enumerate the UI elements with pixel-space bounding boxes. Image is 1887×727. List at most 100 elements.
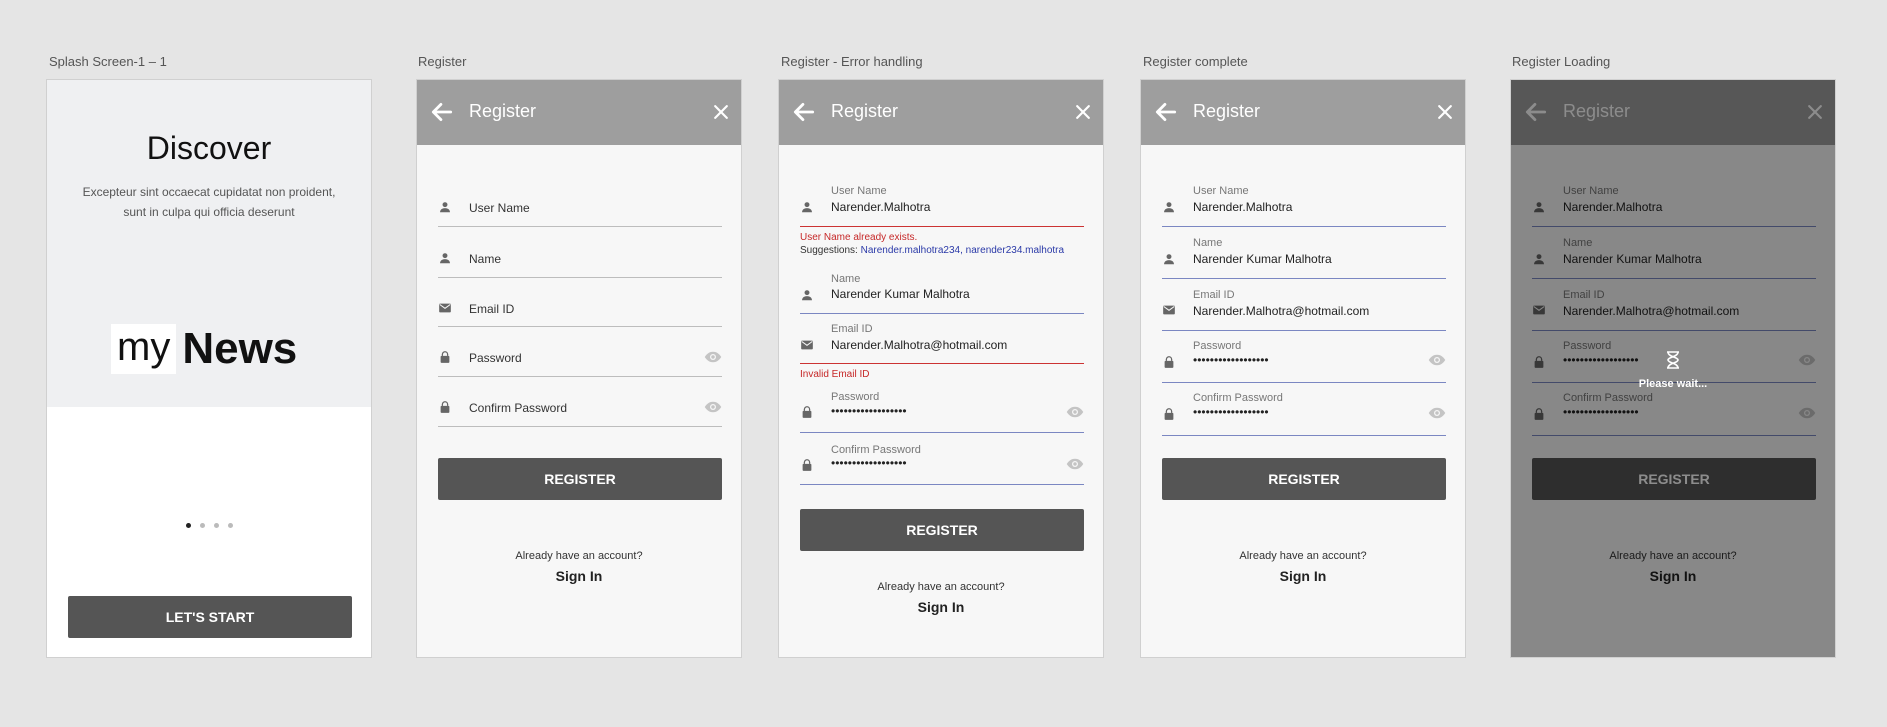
underline: [438, 326, 722, 327]
underline: [1162, 278, 1446, 279]
name-value: Narender Kumar Malhotra: [831, 287, 970, 301]
artboard-label-error: Register - Error handling: [781, 54, 923, 69]
underline: [1162, 330, 1446, 331]
confirm-password-input[interactable]: Confirm Password ••••••••••••••••••: [1162, 391, 1446, 436]
splash-description: Excepteur sint occaecat cupidatat non pr…: [47, 182, 371, 222]
lock-icon: [800, 458, 814, 472]
person-icon: [1162, 200, 1176, 214]
confirm-password-value: ••••••••••••••••••: [831, 456, 907, 470]
register-button[interactable]: REGISTER: [1162, 458, 1446, 500]
lock-icon: [438, 350, 452, 364]
password-placeholder: Password: [469, 351, 522, 365]
confirm-password-label: Confirm Password: [831, 444, 921, 456]
page-dot[interactable]: [199, 523, 205, 528]
sign-in-link[interactable]: Sign In: [417, 568, 741, 584]
loading-indicator: Please wait...: [1511, 351, 1835, 390]
person-icon: [438, 200, 452, 214]
back-arrow-icon[interactable]: [1153, 99, 1179, 125]
page-dot[interactable]: [185, 523, 191, 528]
eye-icon[interactable]: [704, 351, 722, 363]
eye-icon[interactable]: [1066, 406, 1084, 418]
confirm-password-input[interactable]: Confirm Password: [438, 392, 722, 432]
underline: [1162, 226, 1446, 227]
eye-icon[interactable]: [1428, 354, 1446, 366]
email-label: Email ID: [831, 323, 873, 335]
artboard-label-register: Register: [418, 54, 467, 69]
email-input[interactable]: Email ID: [438, 293, 722, 333]
eye-icon[interactable]: [704, 401, 722, 413]
email-value: Narender.Malhotra@hotmail.com: [1193, 304, 1370, 318]
email-input[interactable]: Email ID Narender.Malhotra@hotmail.com: [1162, 288, 1446, 332]
underline: [438, 277, 722, 278]
name-placeholder: Name: [469, 252, 502, 266]
underline: [800, 432, 1084, 433]
sign-in-link[interactable]: Sign In: [1141, 568, 1465, 584]
app-bar: Register: [779, 80, 1103, 145]
name-input[interactable]: Name: [438, 243, 722, 283]
suggestions-links[interactable]: Narender.malhotra234, narender234.malhot…: [861, 245, 1064, 256]
underline: [438, 376, 722, 377]
eye-icon[interactable]: [1066, 458, 1084, 470]
underline: [1162, 435, 1446, 436]
logo-news: News: [182, 324, 298, 373]
email-label: Email ID: [1193, 289, 1235, 301]
password-input[interactable]: Password ••••••••••••••••••: [1162, 339, 1446, 383]
underline: [438, 226, 722, 227]
back-arrow-icon[interactable]: [429, 99, 455, 125]
page-indicator: [47, 523, 371, 528]
register-button[interactable]: REGISTER: [438, 458, 722, 500]
already-have-account: Already have an account?: [515, 550, 643, 562]
email-placeholder: Email ID: [469, 302, 515, 316]
underline: [800, 313, 1084, 314]
artboard-label-complete: Register complete: [1143, 54, 1248, 69]
app-bar: Register: [1141, 80, 1465, 145]
username-error: User Name already exists.: [800, 232, 918, 243]
app-bar-title: Register: [831, 101, 899, 121]
username-label: User Name: [831, 185, 887, 197]
register-button[interactable]: REGISTER: [800, 509, 1084, 551]
lock-icon: [1162, 407, 1176, 421]
page-dot[interactable]: [227, 523, 233, 528]
email-input[interactable]: Email ID Narender.Malhotra@hotmail.com: [800, 323, 1084, 367]
username-label: User Name: [1193, 185, 1249, 197]
password-label: Password: [831, 391, 880, 403]
close-icon[interactable]: [1073, 102, 1093, 122]
name-label: Name: [1193, 237, 1223, 249]
person-icon: [800, 200, 814, 214]
password-input[interactable]: Password ••••••••••••••••••: [800, 391, 1084, 435]
back-arrow-icon[interactable]: [791, 99, 817, 125]
splash-desc-line1: Excepteur sint occaecat cupidatat non pr…: [82, 185, 336, 199]
page-dot[interactable]: [213, 523, 219, 528]
username-input[interactable]: User Name Narender.Malhotra: [1162, 184, 1446, 228]
splash-screen: Discover Excepteur sint occaecat cupidat…: [46, 79, 372, 658]
already-have-account: Already have an account?: [877, 581, 1005, 593]
close-icon[interactable]: [711, 102, 731, 122]
register-error-screen: Register User Name Narender.Malhotra Use…: [778, 79, 1104, 658]
name-value: Narender Kumar Malhotra: [1193, 252, 1332, 266]
splash-desc-line2: sunt in culpa qui officia deserunt: [123, 205, 295, 219]
eye-icon[interactable]: [1428, 407, 1446, 419]
username-input[interactable]: User Name Narender.Malhotra: [800, 184, 1084, 228]
password-input[interactable]: Password: [438, 342, 722, 382]
username-suggestions: Suggestions: Narender.malhotra234, naren…: [800, 245, 1064, 256]
lock-icon: [1162, 355, 1176, 369]
sign-in-link[interactable]: Sign In: [779, 599, 1103, 615]
logo-my: my: [111, 324, 177, 374]
mail-icon: [800, 338, 814, 352]
underline: [800, 484, 1084, 485]
lock-icon: [800, 405, 814, 419]
mynews-logo: my News: [111, 324, 297, 374]
password-value: ••••••••••••••••••: [1193, 353, 1269, 367]
username-value: Narender.Malhotra: [1193, 200, 1293, 214]
username-input[interactable]: User Name: [438, 192, 722, 232]
name-input[interactable]: Name Narender Kumar Malhotra: [800, 272, 1084, 316]
close-icon[interactable]: [1435, 102, 1455, 122]
lock-icon: [438, 400, 452, 414]
name-input[interactable]: Name Narender Kumar Malhotra: [1162, 236, 1446, 280]
lets-start-button[interactable]: LET'S START: [68, 596, 352, 638]
confirm-password-input[interactable]: Confirm Password ••••••••••••••••••: [800, 443, 1084, 487]
underline: [800, 226, 1084, 227]
username-placeholder: User Name: [469, 201, 530, 215]
person-icon: [800, 288, 814, 302]
username-value: Narender.Malhotra: [831, 200, 931, 214]
